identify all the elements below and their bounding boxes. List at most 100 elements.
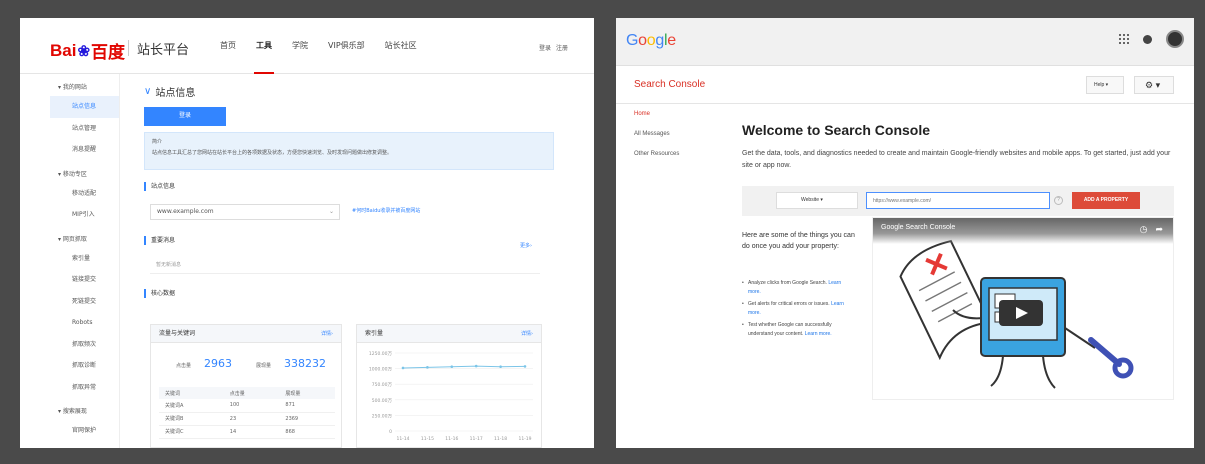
sidebar: Home All Messages Other Resources <box>616 104 726 448</box>
google-logo[interactable]: Google <box>626 32 676 50</box>
nav-item[interactable]: 学院 <box>282 18 318 74</box>
intro-text: Get the data, tools, and diagnostics nee… <box>742 150 1171 169</box>
table-cell: 关键词A <box>159 399 224 413</box>
table-cell: 14 <box>223 425 280 439</box>
data-point <box>499 365 502 369</box>
page-title: ∨ 站点信息 <box>144 84 195 99</box>
nav-item[interactable]: 首页 <box>210 18 246 74</box>
impressions-label: 展现量 <box>256 363 272 369</box>
sidebar-item[interactable]: 链接提交 <box>50 269 119 291</box>
card-detail-link[interactable]: 详情› <box>521 325 533 343</box>
logo-letter: o <box>638 32 647 49</box>
section-core-data: 核心数据 <box>144 289 175 298</box>
list-item-text: Get alerts for critical errors or issues… <box>748 301 830 307</box>
help-button[interactable]: Help ▾ <box>1086 76 1124 94</box>
messages-more-link[interactable]: 更多› <box>520 242 532 249</box>
intro-video[interactable]: Google Search Console ◷ ➦ <box>872 217 1174 400</box>
sidebar-item[interactable]: 抓取异常 <box>50 377 119 399</box>
column-header: 点击量 <box>223 387 280 399</box>
card-header: 流量与关键词 详情› <box>151 325 341 343</box>
add-property-bar: Website ▾ ? ADD A PROPERTY <box>742 186 1174 216</box>
search-console-illustration <box>899 239 1134 389</box>
login-link[interactable]: 登录 <box>539 43 551 52</box>
sidebar-item[interactable]: 站点管理 <box>50 118 119 140</box>
nav-item[interactable]: 工具 <box>246 18 282 74</box>
nav-item[interactable]: 站长社区 <box>375 18 427 74</box>
x-tick-label: 11-19 <box>518 436 531 442</box>
list-item: Test whether Google can successfully und… <box>742 321 852 338</box>
x-tick-label: 11-15 <box>421 436 434 442</box>
section-site-info: 站点信息 <box>144 182 175 191</box>
clicks-value: 2963 <box>204 357 233 370</box>
video-controls: ◷ ➦ <box>1140 224 1163 235</box>
list-item: Get alerts for critical errors or issues… <box>742 300 852 317</box>
data-point <box>450 365 454 369</box>
y-tick-label: 1250.00万 <box>369 351 393 357</box>
sidebar-group[interactable]: ▾ 网页抓取 <box>50 226 119 248</box>
add-property-button[interactable]: ADD A PROPERTY <box>1072 192 1140 209</box>
sidebar-item[interactable]: 站点信息 <box>50 96 119 118</box>
x-tick-label: 11-17 <box>470 436 483 442</box>
main-content: Welcome to Search Console Get the data, … <box>742 104 1187 448</box>
column-header: 展现量 <box>279 387 335 399</box>
property-url-input[interactable] <box>866 192 1050 209</box>
top-nav: 首页 工具 学院 VIP俱乐部 站长社区 <box>210 18 427 74</box>
avatar[interactable] <box>1166 30 1184 48</box>
baidu-webmaster-panel: Bai ❀ 百度 站长平台 首页 工具 学院 VIP俱乐部 站长社区 登录 注册 ▾ 我的网… <box>20 18 594 448</box>
header-icons <box>1119 30 1184 48</box>
google-header: Google <box>616 18 1194 66</box>
watch-later-icon[interactable]: ◷ <box>1140 224 1148 235</box>
property-type-select[interactable]: Website ▾ <box>776 192 858 209</box>
baidu-header: Bai ❀ 百度 站长平台 首页 工具 学院 VIP俱乐部 站长社区 登录 注册 <box>20 18 594 74</box>
site-select[interactable]: www.example.com ⌄ <box>150 204 340 220</box>
page-title-text: 站点信息 <box>155 88 196 99</box>
site-help-link[interactable]: #何时Baidu收录并被百度网站 <box>352 207 420 214</box>
y-tick-label: 1000.00万 <box>369 367 393 373</box>
data-point <box>426 366 429 369</box>
sidebar-group[interactable]: ▾ 移动专区 <box>50 161 119 183</box>
sidebar-item[interactable]: 抓取频次 <box>50 334 119 356</box>
table-cell: 868 <box>279 425 335 439</box>
help-icon[interactable]: ? <box>1054 196 1063 205</box>
notifications-icon[interactable] <box>1143 34 1152 44</box>
data-point <box>523 365 527 368</box>
y-tick-label: 750.00万 <box>372 382 393 388</box>
series-line <box>402 365 526 369</box>
baidu-logo[interactable]: Bai ❀ 百度 <box>50 38 125 63</box>
apps-grid-icon[interactable] <box>1119 34 1129 44</box>
stats-row: 点击量 2963 展现量 338232 <box>151 343 341 370</box>
login-button[interactable]: 登录 <box>144 107 226 126</box>
clicks-label: 点击量 <box>176 363 192 369</box>
sidebar-group[interactable]: ▾ 我的网站 <box>50 74 119 96</box>
sidebar-item[interactable]: 抓取诊断 <box>50 355 119 377</box>
page-title: Welcome to Search Console <box>742 122 931 138</box>
sidebar-item[interactable]: Robots <box>50 312 119 334</box>
features-list: Analyze clicks from Google Search. Learn… <box>742 279 852 342</box>
card-detail-link[interactable]: 详情› <box>321 325 333 343</box>
nav-home[interactable]: Home <box>616 104 726 124</box>
share-icon[interactable]: ➦ <box>1155 224 1163 235</box>
table-row: 关键词B 23 2369 <box>159 412 335 426</box>
learn-more-link[interactable]: Learn more. <box>805 331 832 337</box>
logo-letter: G <box>626 32 639 49</box>
sidebar-item[interactable]: 索引量 <box>50 248 119 270</box>
nav-all-messages[interactable]: All Messages <box>616 124 726 144</box>
product-name[interactable]: Search Console <box>634 79 705 90</box>
sidebar-group[interactable]: ▾ 搜索展现 <box>50 398 119 420</box>
register-link[interactable]: 注册 <box>556 43 568 52</box>
paw-icon: ❀ <box>77 42 91 60</box>
nav-other-resources[interactable]: Other Resources <box>616 144 726 164</box>
table-cell: 100 <box>223 399 280 413</box>
nav-item[interactable]: VIP俱乐部 <box>318 18 375 74</box>
y-tick-label: 250.00万 <box>372 413 393 419</box>
sidebar-item[interactable]: 消息提醒 <box>50 139 119 161</box>
table-row: 关键词C 14 868 <box>159 425 335 439</box>
settings-gear-icon[interactable]: ⚙ ▾ <box>1134 76 1174 94</box>
sidebar-item[interactable]: MIP引入 <box>50 204 119 226</box>
sidebar-item[interactable]: 移动适配 <box>50 183 119 205</box>
sidebar-item[interactable]: 死链提交 <box>50 291 119 313</box>
column-header: 关键词 <box>159 387 224 399</box>
sidebar-item[interactable]: 官网保护 <box>50 420 119 442</box>
list-item-text: Analyze clicks from Google Search. <box>748 280 827 286</box>
logo-text-bai: Bai <box>50 40 77 60</box>
